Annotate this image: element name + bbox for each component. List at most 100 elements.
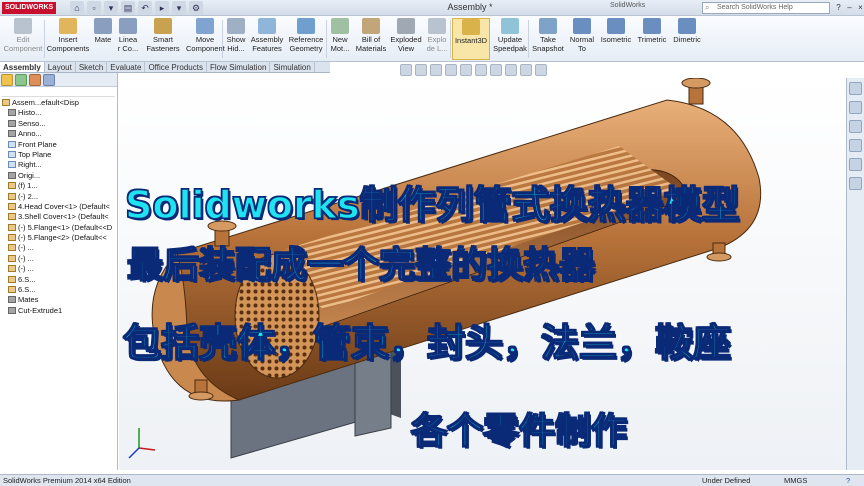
tree-item-label: 6.S... [18,285,36,295]
ribbon-button-normal-to[interactable]: Normal To [568,18,596,60]
ribbon-button-mate[interactable]: Mate [92,18,114,60]
tree-item[interactable]: (-) 5.Flange<2> (Default<< [0,233,117,243]
quick-tips-help-icon[interactable]: ? [846,475,850,486]
edit-appearance-icon[interactable] [505,64,517,76]
ribbon-button-take-snapshot[interactable]: Take Snapshot [530,18,566,60]
ribbon-button-trimetric[interactable]: Trimetric [636,18,668,60]
ribbon-button-instant3d[interactable]: Instant3D [452,18,490,60]
tab-sketch[interactable]: Sketch [76,62,108,72]
tree-item[interactable]: 6.S... [0,285,117,295]
tree-item[interactable]: (f) 1... [0,181,117,191]
tree-item[interactable]: Mates [0,295,117,305]
tree-item-label: Cut-Extrude1 [18,305,63,315]
tree-filter-bar[interactable] [2,88,115,97]
ribbon-button-linea-r-co[interactable]: Linea r Co... [116,18,140,60]
tab-flow-simulation[interactable]: Flow Simulation [207,62,271,72]
ribbon-button-bill-of-materials[interactable]: Bill of Materials [354,18,388,60]
ribbon-button-update-speedpak[interactable]: Update Speedpak [492,18,528,60]
open-dropdown-icon[interactable]: ▾ [104,1,118,15]
plane-icon [8,140,16,148]
design-library-icon[interactable] [849,101,862,114]
title-bar: SOLIDWORKS ⌂ ▫ ▾ ▤ ↶ ▸ ▾ ⚙ Assembly * So… [0,0,864,16]
select-icon[interactable]: ▸ [155,1,169,15]
apply-scene-icon[interactable] [520,64,532,76]
ribbon-button-explo-de-l[interactable]: Explo de L... [424,18,450,60]
save-icon[interactable]: ▤ [121,1,135,15]
new-document-icon[interactable]: ⌂ [70,1,84,15]
help-search-input[interactable]: ⌕ Search SolidWorks Help [702,2,830,14]
tree-item[interactable]: (-) ... [0,264,117,274]
ribbon-tool-icon [462,19,480,35]
ribbon-button-assembly-features[interactable]: Assembly Features [250,18,284,60]
unit-system[interactable]: MMGS [784,475,807,486]
ribbon-tool-icon [119,18,137,34]
ribbon-tool-icon [501,18,519,34]
solidworks-logo[interactable]: SOLIDWORKS [2,2,57,14]
ribbon-button-reference-geometry[interactable]: Reference Geometry [286,18,326,60]
tree-item[interactable]: Front Plane [0,140,117,150]
view-orientation-icon[interactable] [460,64,472,76]
tree-item[interactable]: Cut-Extrude1 [0,306,117,316]
close-icon[interactable]: × [856,2,864,13]
tree-item[interactable]: (-) ... [0,254,117,264]
tree-item[interactable]: (-) 5.Flange<1> (Default<<D [0,223,117,233]
tree-item[interactable]: 3.Shell Cover<1> (Default< [0,212,117,222]
property-manager-tab-icon[interactable] [15,74,27,86]
file-explorer-icon[interactable] [849,120,862,133]
tree-item[interactable]: (-) 2... [0,192,117,202]
solidworks-resources-icon[interactable] [849,82,862,95]
options-gear-icon[interactable]: ⚙ [189,1,203,15]
tab-assembly[interactable]: Assembly [0,62,45,72]
open-document-icon[interactable]: ▫ [87,1,101,15]
select-dropdown-icon[interactable]: ▾ [172,1,186,15]
view-settings-icon[interactable] [535,64,547,76]
tab-office-products[interactable]: Office Products [145,62,207,72]
tree-item[interactable]: Origi... [0,171,117,181]
part-icon [8,182,16,190]
minimize-icon[interactable]: – [845,2,854,13]
tree-item[interactable]: Anno... [0,129,117,139]
ribbon-button-exploded-view[interactable]: Exploded View [390,18,422,60]
view-palette-icon[interactable] [849,139,862,152]
tab-evaluate[interactable]: Evaluate [107,62,146,72]
feature-manager-tab-icon[interactable] [1,74,13,86]
display-style-icon[interactable] [475,64,487,76]
hide-show-items-icon[interactable] [490,64,502,76]
tree-item[interactable]: Histo... [0,108,117,118]
ribbon-button-dimetric[interactable]: Dimetric [670,18,704,60]
ribbon-label-line-2: Component [186,43,225,53]
undo-icon[interactable]: ↶ [138,1,152,15]
zoom-area-icon[interactable] [415,64,427,76]
ribbon-button-edit-component[interactable]: Edit Component [2,18,44,60]
help-icon[interactable]: ? [834,2,843,13]
tab-layout[interactable]: Layout [45,62,76,72]
tree-item[interactable]: Assem...efault<Disp [0,98,117,108]
tree-item[interactable]: Right... [0,160,117,170]
dimxpert-tab-icon[interactable] [43,74,55,86]
previous-view-icon[interactable] [430,64,442,76]
appearances-icon[interactable] [849,158,862,171]
ribbon-button-show-hid[interactable]: Show Hid... [224,18,248,60]
graphics-area[interactable]: Solidworks制作列管式换热器模型 最后装配成一个完整的换热器 包括壳体，… [119,78,846,470]
ribbon-label-line-2: Snapshot [532,43,564,53]
tree-item[interactable]: 6.S... [0,275,117,285]
ribbon-button-move-component[interactable]: Move Component [186,18,225,60]
ribbon-button-new-mot[interactable]: New Mot... [328,18,352,60]
flange-nozzle-top-right[interactable] [681,78,711,105]
section-view-icon[interactable] [445,64,457,76]
ribbon-label-line-2: Hid... [227,43,245,53]
tree-item[interactable]: Senso... [0,119,117,129]
tree-item[interactable]: (-) ... [0,243,117,253]
ribbon-button-insert-components[interactable]: Insert Components [46,18,90,60]
tab-simulation[interactable]: Simulation [270,62,315,72]
feature-manager-tree: Assem...efault<Disp Histo... Senso... Anno.… [0,73,118,470]
configuration-manager-tab-icon[interactable] [29,74,41,86]
tree-item[interactable]: Top Plane [0,150,117,160]
zoom-to-fit-icon[interactable] [400,64,412,76]
custom-properties-icon[interactable] [849,177,862,190]
feat-icon [8,171,16,179]
ribbon-button-smart-fasteners[interactable]: Smart Fasteners [142,18,184,60]
ribbon-button-isometric[interactable]: Isometric [598,18,634,60]
ribbon-label-line-2: Fasteners [146,43,180,53]
tree-item[interactable]: 4.Head Cover<1> (Default< [0,202,117,212]
